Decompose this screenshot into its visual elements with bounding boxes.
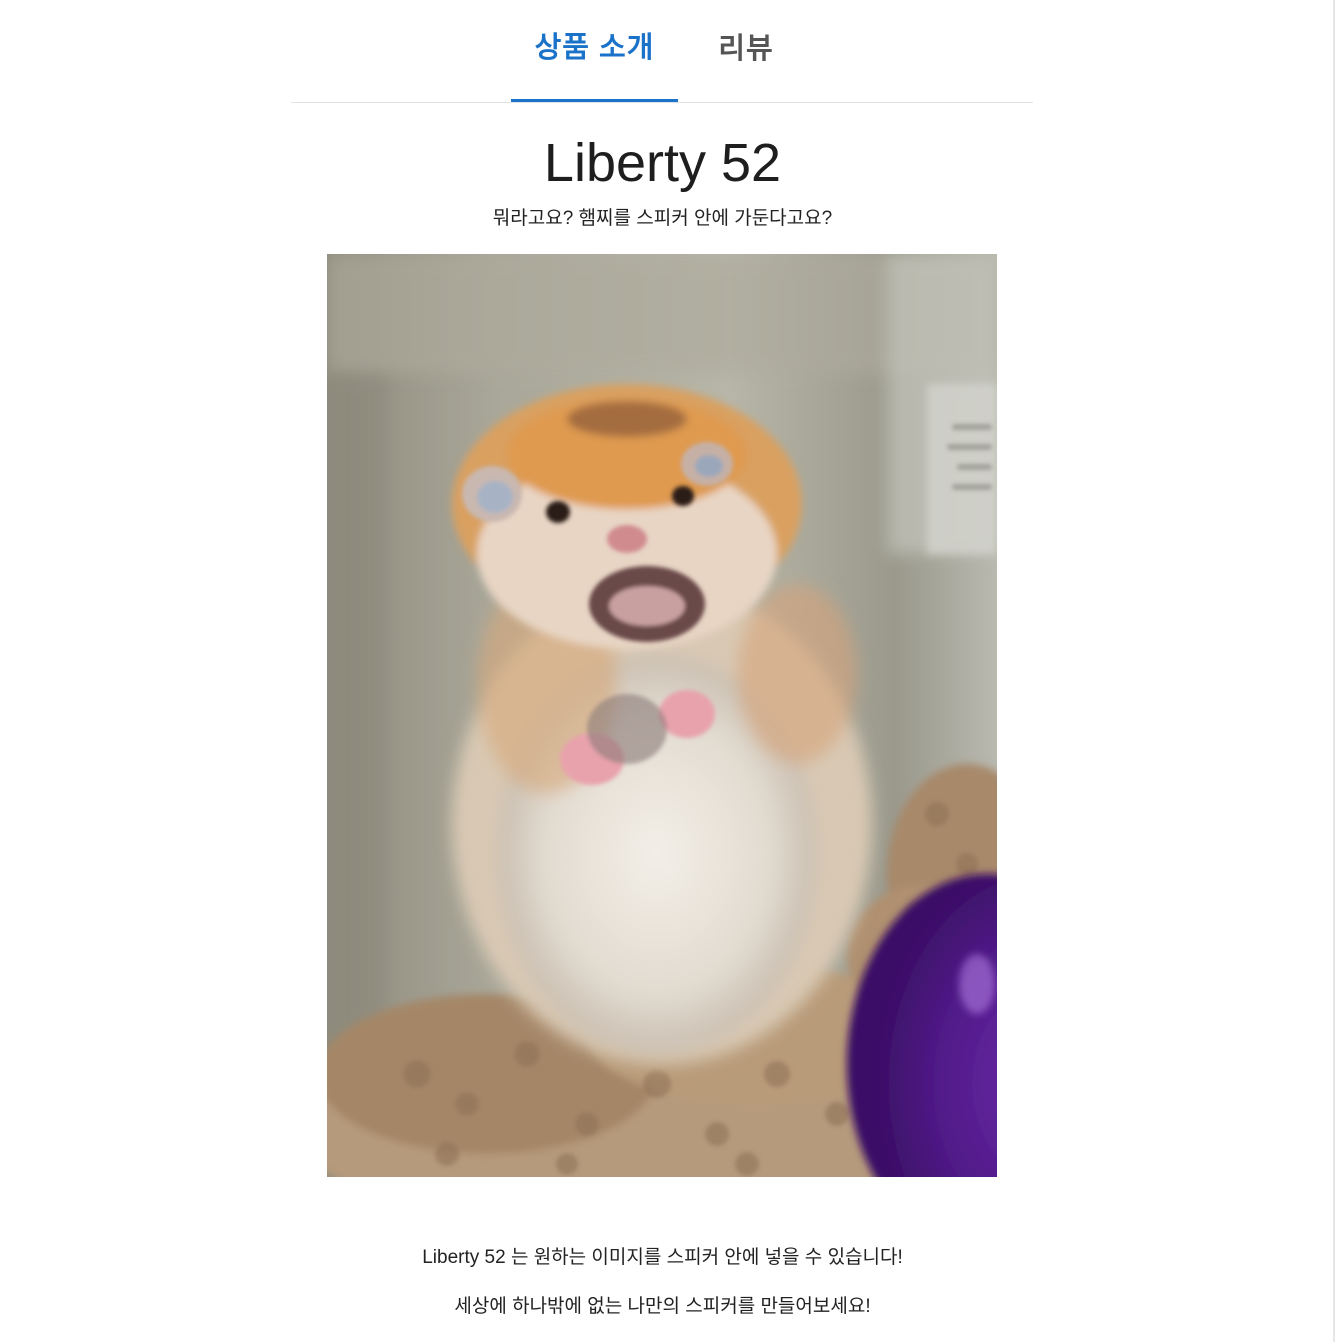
tab-bar: 상품 소개 리뷰: [291, 0, 1033, 103]
tab-reviews[interactable]: 리뷰: [678, 0, 814, 102]
product-title: Liberty 52: [543, 133, 782, 193]
product-description-1: Liberty 52 는 원하는 이미지를 스피커 안에 넣을 수 있습니다!: [422, 1247, 903, 1268]
tab-product-intro[interactable]: 상품 소개: [511, 0, 678, 102]
product-tagline: 뭐라고요? 햄찌를 스피커 안에 가둔다고요?: [492, 208, 833, 229]
product-description-2: 세상에 하나밖에 없는 나만의 스피커를 만들어보세요!: [454, 1296, 871, 1317]
product-image: [327, 254, 997, 1177]
hamster-photo: [327, 254, 997, 1177]
